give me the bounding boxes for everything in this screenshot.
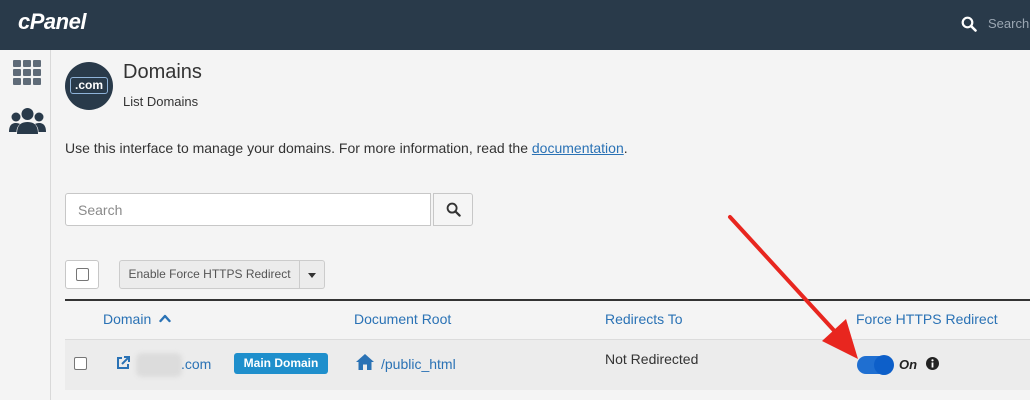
force-https-state-label: On	[899, 357, 918, 372]
page-subtitle: List Domains	[123, 94, 199, 109]
domain-search-input[interactable]	[65, 193, 431, 226]
select-all-checkbox[interactable]	[76, 268, 89, 281]
grid-icon[interactable]	[13, 60, 41, 86]
sort-ascending-icon[interactable]	[159, 313, 171, 323]
top-search-input[interactable]: Search	[988, 16, 1029, 31]
redirects-to-value: Not Redirected	[605, 351, 699, 367]
row-checkbox[interactable]	[74, 357, 87, 370]
column-header-force-https[interactable]: Force HTTPS Redirect	[856, 311, 998, 327]
domains-page-icon: .com	[65, 62, 113, 110]
document-root-link[interactable]: /public_html	[381, 356, 456, 372]
intro-text: Use this interface to manage your domain…	[65, 140, 628, 156]
column-header-domain[interactable]: Domain	[103, 311, 151, 327]
enable-force-https-button[interactable]: Enable Force HTTPS Redirect	[119, 260, 300, 289]
info-icon[interactable]	[926, 357, 939, 370]
domain-link[interactable]: .com	[181, 356, 211, 372]
intro-text-start: Use this interface to manage your domain…	[65, 140, 532, 156]
main-domain-badge: Main Domain	[234, 353, 328, 374]
documentation-link[interactable]: documentation	[532, 140, 624, 156]
home-icon[interactable]	[355, 353, 375, 371]
users-icon[interactable]	[9, 107, 46, 135]
table-top-border	[65, 299, 1030, 301]
redacted-domain-blur	[136, 353, 182, 377]
page-title: Domains	[123, 61, 202, 83]
column-header-document-root[interactable]: Document Root	[354, 311, 451, 327]
dotcom-icon-label: .com	[70, 77, 108, 94]
action-dropdown-toggle[interactable]	[300, 260, 325, 289]
external-link-icon[interactable]	[116, 356, 130, 370]
intro-text-end: .	[623, 140, 628, 156]
force-https-toggle-knob[interactable]	[874, 355, 894, 375]
sidebar	[0, 50, 51, 400]
select-all-checkbox-wrapper[interactable]	[65, 260, 99, 289]
top-bar: cPanel Search	[0, 0, 1030, 50]
search-icon	[446, 202, 461, 217]
column-header-redirects-to[interactable]: Redirects To	[605, 311, 683, 327]
search-button[interactable]	[433, 193, 473, 226]
cpanel-logo[interactable]: cPanel	[18, 9, 86, 35]
search-icon[interactable]	[961, 16, 977, 32]
